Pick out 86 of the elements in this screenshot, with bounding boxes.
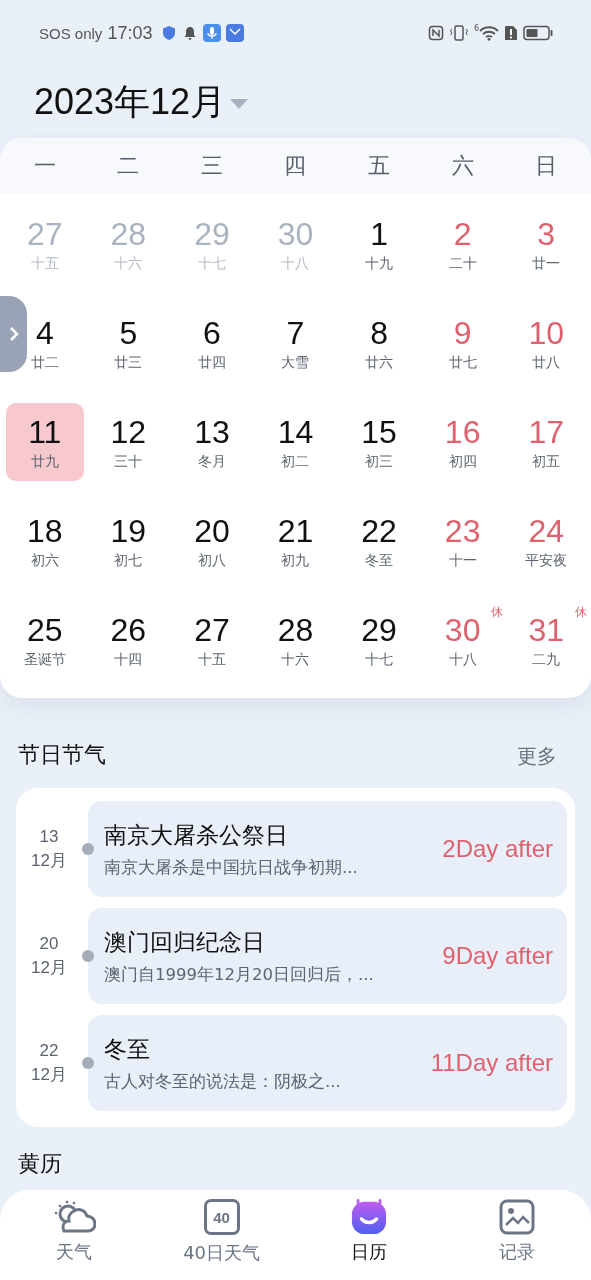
battery-icon (523, 25, 553, 41)
image-icon (499, 1198, 536, 1236)
countdown-text: 2Day after (442, 835, 553, 863)
day-cell[interactable]: 11 廿九 (5, 402, 84, 481)
festival-summary: 南京大屠杀是中国抗日战争初期... (104, 856, 359, 879)
weekday-label: 三 (200, 152, 223, 180)
weekday-label: 五 (368, 152, 391, 180)
network-label: 6 (473, 25, 479, 33)
festival-name: 南京大屠杀公祭日 (104, 820, 289, 850)
day-cell[interactable]: 9 廿七 (448, 303, 477, 382)
clock: 17:03 (107, 22, 153, 44)
sim-alert-icon (504, 25, 518, 41)
countdown-text: 9Day after (442, 942, 553, 970)
festival-summary: 澳门自1999年12月20日回归后，... (104, 963, 375, 986)
shield-icon (161, 25, 178, 41)
carrier-text: SOS only (39, 24, 103, 42)
day-cell[interactable]: 18 初六 (27, 501, 63, 580)
day-cell[interactable]: 22 冬至 (361, 501, 397, 580)
section-title: 节日节气 (18, 741, 106, 769)
smile-face-icon (350, 1198, 389, 1236)
day-cell[interactable]: 24 平安夜 (525, 501, 568, 580)
festival-day: 13 (39, 825, 59, 849)
weekday-label: 一 (33, 152, 56, 180)
day-cell[interactable]: 12 三十 (110, 402, 147, 481)
day-cell[interactable]: 5 廿三 (114, 303, 143, 382)
app-icon (226, 24, 245, 42)
festival-item[interactable]: 冬至 古人对冬至的说法是：阴极之... 11Day after (88, 1015, 567, 1111)
day-cell[interactable]: 29 十七 (361, 600, 397, 679)
day-cell[interactable]: 25 圣诞节 (23, 600, 66, 679)
nfc-icon (427, 25, 444, 41)
caret-icon[interactable] (230, 99, 249, 109)
day-cell[interactable]: 3 廿一 (532, 204, 561, 283)
day-cell[interactable]: 16 初四 (444, 402, 481, 481)
expand-handle[interactable] (0, 296, 27, 372)
nav-tab[interactable]: 40 40日天气 (147, 1190, 296, 1280)
day-cell[interactable]: 20 初八 (194, 501, 230, 580)
festival-month: 12月 (31, 1064, 67, 1086)
festival-name: 冬至 (104, 1034, 151, 1064)
forecast-icon: 40 (203, 1199, 240, 1235)
vibrate-icon (448, 25, 469, 41)
day-cell[interactable]: 28 十六 (277, 600, 314, 679)
day-cell[interactable]: 23 十一 (444, 501, 481, 580)
day-cell[interactable]: 7 大雪 (281, 303, 310, 382)
wifi-icon (479, 25, 499, 41)
day-cell[interactable]: 14 初二 (277, 402, 314, 481)
day-cell[interactable]: 26 十四 (110, 600, 147, 679)
day-cell[interactable]: 30 十八 (444, 600, 481, 679)
day-cell[interactable]: 31 二九 (528, 600, 564, 679)
more-link[interactable]: 更多 (517, 743, 557, 770)
month-title[interactable]: 2023年12月 (34, 77, 227, 127)
holiday-label: 休 (575, 604, 587, 621)
holiday-label: 休 (491, 604, 504, 621)
festival-item[interactable]: 澳门回归纪念日 澳门自1999年12月20日回归后，... 9Day after (88, 908, 567, 1004)
festival-day: 22 (39, 1039, 59, 1063)
day-cell[interactable]: 19 初七 (110, 501, 147, 580)
festival-month: 12月 (31, 957, 67, 979)
weekday-label: 四 (284, 152, 307, 180)
day-cell[interactable]: 15 初三 (361, 402, 397, 481)
weekday-label: 二 (117, 152, 140, 180)
festival-month: 12月 (31, 850, 67, 872)
timeline-dot (82, 843, 94, 855)
day-cell[interactable]: 27 十五 (194, 600, 230, 679)
festival-day: 20 (39, 932, 59, 956)
day-cell[interactable]: 13 冬月 (194, 402, 230, 481)
chevron-right-icon (8, 326, 19, 342)
nav-tab[interactable]: 记录 (443, 1190, 591, 1280)
section-title: 黄历 (18, 1150, 62, 1178)
weekday-label: 六 (451, 152, 474, 180)
festival-item[interactable]: 南京大屠杀公祭日 南京大屠杀是中国抗日战争初期... 2Day after (88, 801, 567, 897)
microphone-icon (203, 24, 222, 42)
timeline-dot (82, 1057, 94, 1069)
day-cell[interactable]: 1 十九 (365, 204, 394, 283)
day-cell[interactable]: 4 廿二 (30, 303, 59, 382)
festival-summary: 古人对冬至的说法是：阴极之... (104, 1070, 342, 1093)
nav-tab[interactable]: 天气 (0, 1190, 148, 1280)
day-cell[interactable]: 10 廿八 (528, 303, 564, 382)
day-cell[interactable]: 6 廿四 (197, 303, 226, 382)
day-cell[interactable]: 17 初五 (528, 402, 564, 481)
weekday-label: 日 (535, 152, 558, 180)
festival-name: 澳门回归纪念日 (104, 927, 266, 957)
day-cell[interactable]: 2 二十 (448, 204, 477, 283)
day-cell[interactable]: 21 初九 (277, 501, 314, 580)
day-cell[interactable]: 8 廿六 (365, 303, 394, 382)
timeline-dot (82, 950, 94, 962)
countdown-text: 11Day after (430, 1049, 553, 1077)
nav-tab[interactable]: 日历 (295, 1190, 444, 1280)
